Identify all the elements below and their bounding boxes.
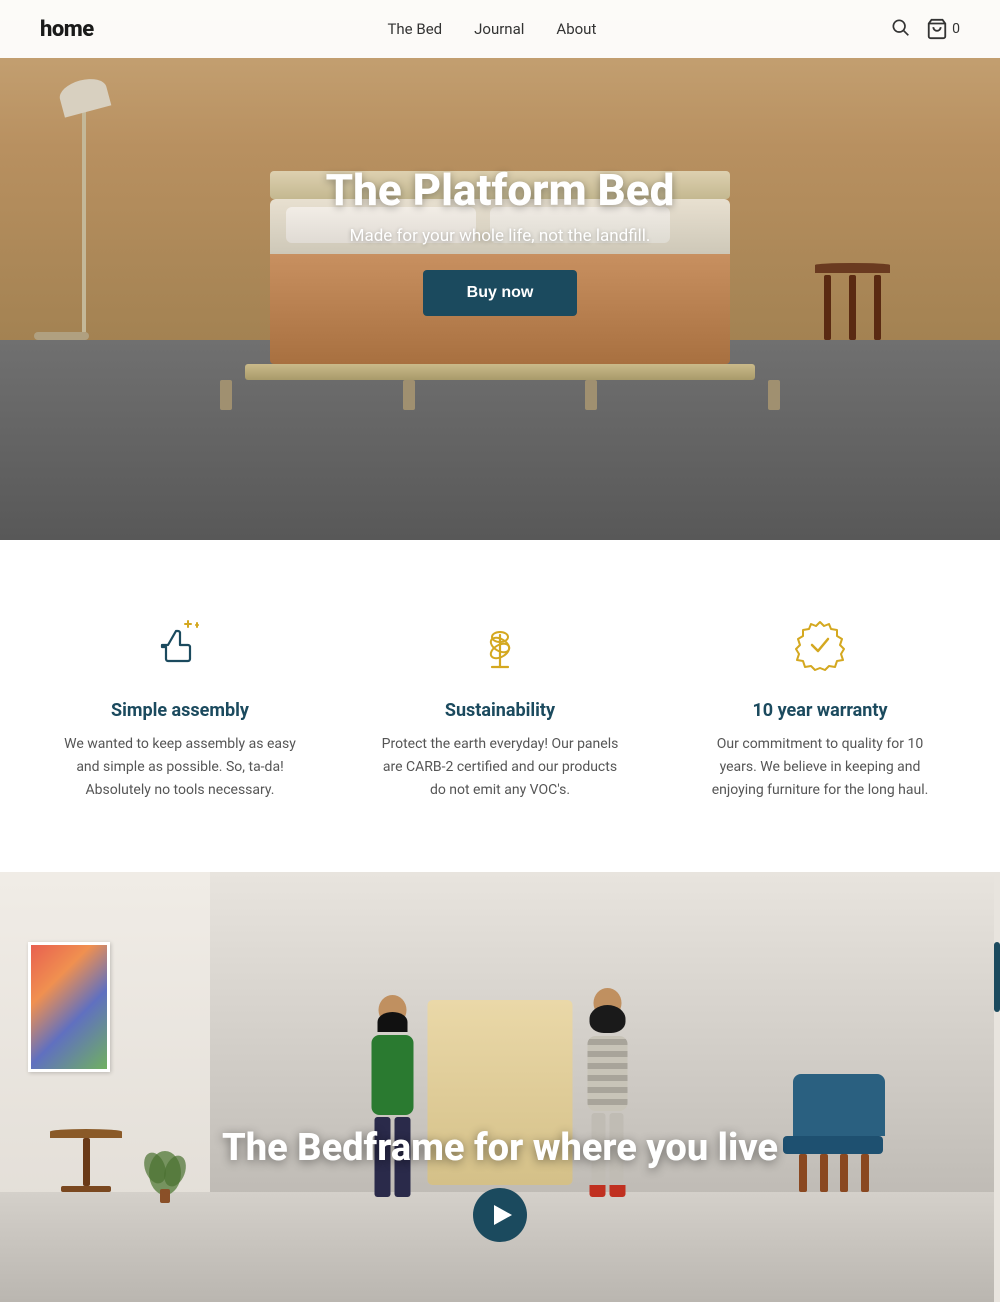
hero-content: The Platform Bed Made for your whole lif…: [0, 0, 1000, 540]
feature-title-warranty: 10 year warranty: [700, 700, 940, 721]
hero-title: The Platform Bed: [326, 164, 675, 216]
hero-section: The Platform Bed Made for your whole lif…: [0, 0, 1000, 540]
feature-warranty: 10 year warranty Our commitment to quali…: [700, 610, 940, 802]
wall-art: [28, 942, 110, 1072]
feature-title-sustainability: Sustainability: [380, 700, 620, 721]
feature-desc-sustainability: Protect the earth everyday! Our panels a…: [380, 733, 620, 802]
plant-icon: [465, 610, 535, 680]
navigation: home The Bed Journal About 0: [0, 0, 1000, 58]
video-section: The Bedframe for where you live: [0, 872, 1000, 1302]
badge-check-icon: [785, 610, 855, 680]
cart-icon[interactable]: 0: [926, 18, 960, 40]
hero-cta-button[interactable]: Buy now: [423, 270, 578, 316]
feature-title-assembly: Simple assembly: [60, 700, 300, 721]
scroll-thumb: [994, 942, 1000, 1012]
feature-desc-warranty: Our commitment to quality for 10 years. …: [700, 733, 940, 802]
feature-sustainability: Sustainability Protect the earth everyda…: [380, 610, 620, 802]
scroll-indicator[interactable]: [994, 872, 1000, 1302]
feature-desc-assembly: We wanted to keep assembly as easy and s…: [60, 733, 300, 802]
features-section: Simple assembly We wanted to keep assemb…: [0, 540, 1000, 872]
thumbs-up-icon: [145, 610, 215, 680]
video-title: The Bedframe for where you live: [0, 1126, 1000, 1170]
cart-count: 0: [952, 21, 960, 37]
video-content: The Bedframe for where you live: [0, 1126, 1000, 1242]
nav-link-the-bed[interactable]: The Bed: [387, 20, 442, 38]
search-icon[interactable]: [890, 17, 910, 41]
hero-subtitle: Made for your whole life, not the landfi…: [350, 226, 651, 246]
play-triangle-icon: [494, 1205, 512, 1225]
nav-link-journal[interactable]: Journal: [474, 20, 524, 38]
nav-links: The Bed Journal About: [387, 20, 596, 38]
feature-simple-assembly: Simple assembly We wanted to keep assemb…: [60, 610, 300, 802]
play-button[interactable]: [473, 1188, 527, 1242]
nav-link-about[interactable]: About: [556, 20, 596, 38]
nav-icons: 0: [890, 17, 960, 41]
logo[interactable]: home: [40, 17, 94, 42]
